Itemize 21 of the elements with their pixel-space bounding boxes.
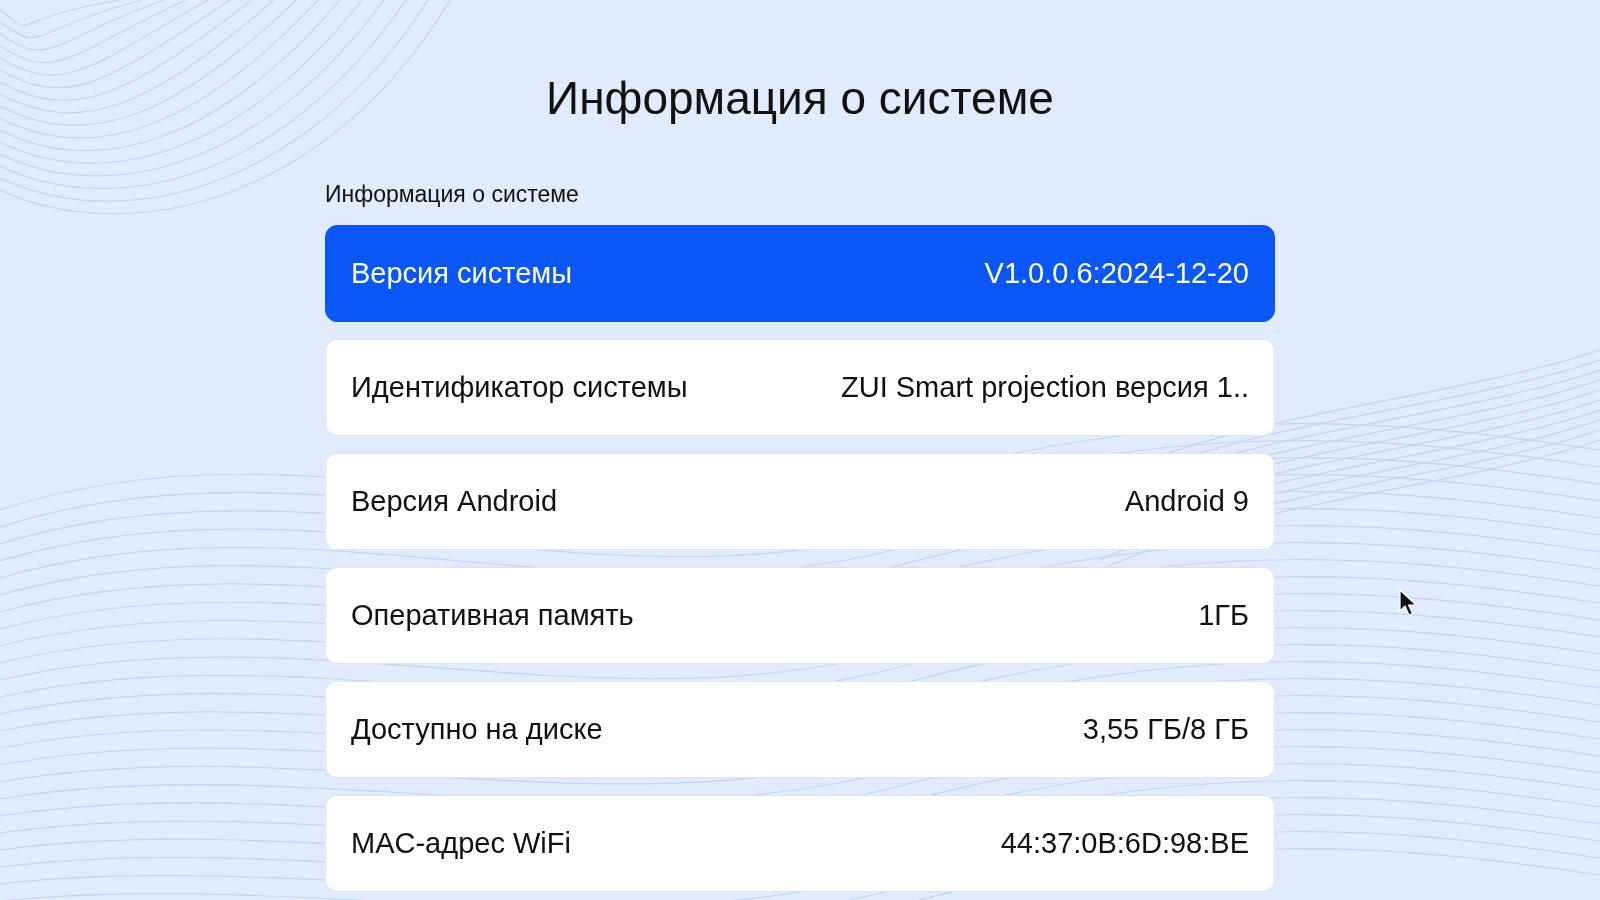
- row-value: ZUI Smart projection версия 1..: [841, 371, 1249, 404]
- row-label: Версия Android: [351, 485, 558, 518]
- info-row[interactable]: Идентификатор системы ZUI Smart projection версия 1..: [325, 339, 1275, 436]
- section-label: Информация о системе: [325, 180, 579, 208]
- row-label: Доступно на диске: [351, 713, 603, 746]
- row-value: 1ГБ: [1198, 599, 1249, 632]
- mouse-pointer-icon: [1399, 589, 1418, 617]
- info-row[interactable]: Версия системы V1.0.0.6:2024-12-20: [325, 225, 1275, 322]
- row-value: Android 9: [1124, 485, 1249, 518]
- row-value: 3,55 ГБ/8 ГБ: [1082, 713, 1249, 746]
- row-label: MAC-адрес WiFi: [351, 827, 571, 860]
- info-row[interactable]: MAC-адрес WiFi 44:37:0B:6D:98:BE: [325, 795, 1275, 892]
- row-label: Идентификатор системы: [351, 371, 688, 404]
- row-value: V1.0.0.6:2024-12-20: [984, 257, 1249, 290]
- row-label: Версия системы: [351, 257, 573, 290]
- info-row[interactable]: Оперативная память 1ГБ: [325, 567, 1275, 664]
- row-label: Оперативная память: [351, 599, 634, 632]
- info-row[interactable]: Версия Android Android 9: [325, 453, 1275, 550]
- row-value: 44:37:0B:6D:98:BE: [1000, 827, 1249, 860]
- page-title: Информация о системе: [546, 71, 1054, 126]
- info-row[interactable]: Доступно на диске 3,55 ГБ/8 ГБ: [325, 681, 1275, 778]
